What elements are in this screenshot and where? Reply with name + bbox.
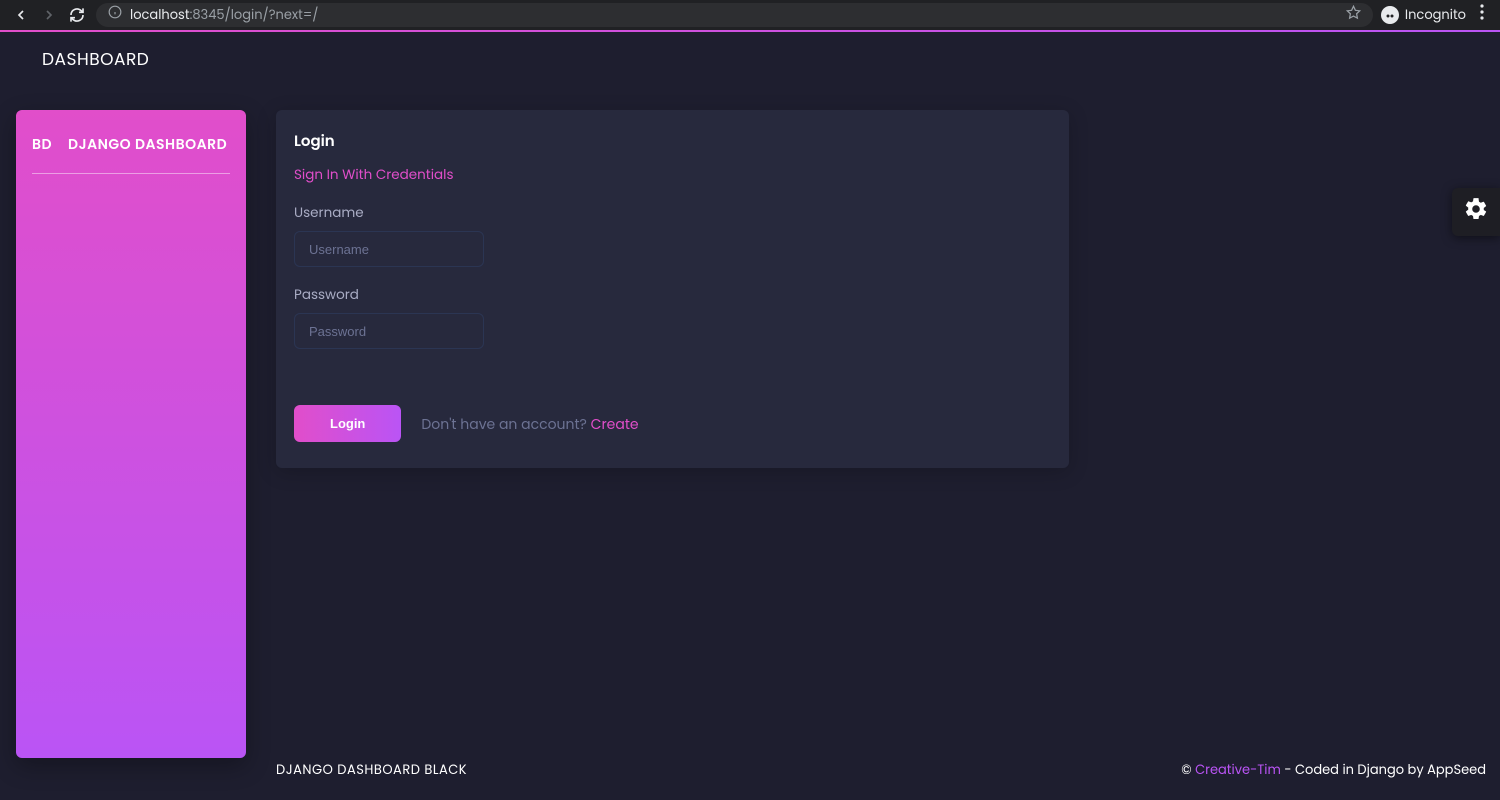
username-label: Username xyxy=(294,203,1051,223)
footer: DJANGO DASHBOARD BLACK © Creative-Tim - … xyxy=(276,760,1486,780)
create-account-link[interactable]: Create xyxy=(591,414,639,434)
footer-left: DJANGO DASHBOARD BLACK xyxy=(276,760,467,780)
back-button[interactable] xyxy=(10,4,32,26)
browser-right: Incognito xyxy=(1381,4,1490,26)
password-input[interactable] xyxy=(294,313,484,349)
url-bar[interactable]: localhost:8345/login/?next=/ xyxy=(96,3,1373,27)
password-group: Password xyxy=(294,285,1051,349)
login-actions: Login Don't have an account? Create xyxy=(294,405,1051,442)
app-shell: DASHBOARD BD DJANGO DASHBOARD Login Sign… xyxy=(0,32,1500,800)
url-path: :8345/login/?next=/ xyxy=(190,5,319,24)
login-title: Login xyxy=(294,130,1051,153)
footer-right: © Creative-Tim - Coded in Django by AppS… xyxy=(1181,760,1486,780)
site-info-icon[interactable] xyxy=(108,5,122,25)
gear-icon xyxy=(1463,196,1489,229)
sidebar-logo-abbr: BD xyxy=(32,134,52,155)
settings-gear-button[interactable] xyxy=(1452,188,1500,236)
sidebar-brand-text: DJANGO DASHBOARD xyxy=(68,134,227,155)
footer-link-creative-tim[interactable]: Creative-Tim xyxy=(1195,760,1281,779)
browser-menu-icon[interactable] xyxy=(1480,4,1484,26)
sidebar: BD DJANGO DASHBOARD xyxy=(16,110,246,758)
browser-nav xyxy=(10,4,88,26)
url-host: localhost xyxy=(130,5,190,24)
password-label: Password xyxy=(294,285,1051,305)
incognito-label: Incognito xyxy=(1405,5,1466,25)
footer-tail: - Coded in Django by AppSeed xyxy=(1281,760,1486,779)
reload-button[interactable] xyxy=(66,4,88,26)
username-group: Username xyxy=(294,203,1051,267)
login-subtitle: Sign In With Credentials xyxy=(294,165,1051,185)
incognito-icon xyxy=(1381,6,1399,24)
page-title: DASHBOARD xyxy=(0,32,1500,72)
star-icon[interactable] xyxy=(1346,5,1361,26)
browser-toolbar: localhost:8345/login/?next=/ Incognito xyxy=(0,0,1500,30)
forward-button[interactable] xyxy=(38,4,60,26)
username-input[interactable] xyxy=(294,231,484,267)
footer-copyright: © xyxy=(1181,760,1195,779)
content: Login Sign In With Credentials Username … xyxy=(276,110,1484,468)
main-row: BD DJANGO DASHBOARD Login Sign In With C… xyxy=(0,72,1500,800)
login-button[interactable]: Login xyxy=(294,405,401,442)
incognito-badge[interactable]: Incognito xyxy=(1381,5,1466,25)
signup-prompt: Don't have an account? xyxy=(421,414,590,434)
login-card: Login Sign In With Credentials Username … xyxy=(276,110,1069,468)
sidebar-brand[interactable]: BD DJANGO DASHBOARD xyxy=(32,134,230,174)
